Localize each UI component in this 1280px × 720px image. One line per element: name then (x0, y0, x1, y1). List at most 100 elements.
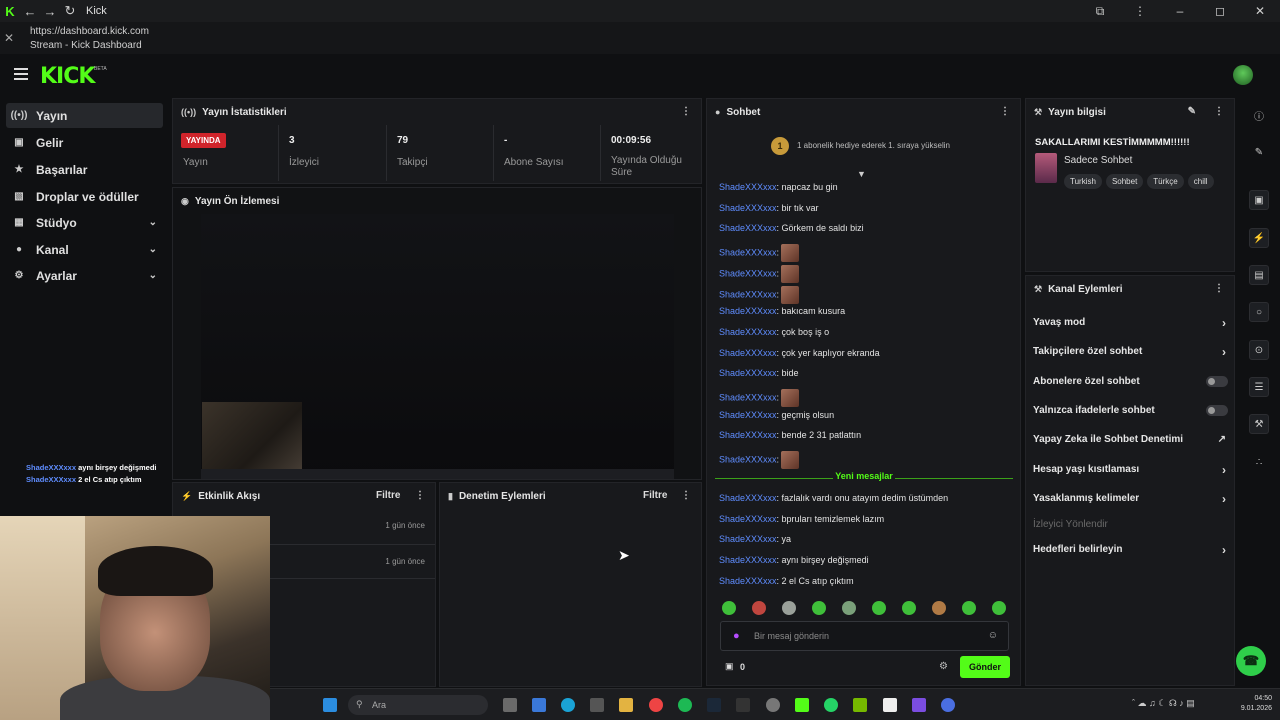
folder-icon[interactable] (619, 698, 633, 712)
info-icon[interactable]: ⓘ (1249, 105, 1269, 125)
microphone-icon[interactable]: ● (733, 630, 740, 642)
emotes-only-toggle[interactable] (1206, 405, 1228, 416)
gift-prompt-text[interactable]: 1 abonelik hediye ederek 1. sıraya yükse… (797, 141, 950, 150)
chat-message[interactable]: ShadeXXXxxx: geçmiş olsun (719, 410, 834, 420)
app-icon[interactable] (941, 698, 955, 712)
terminal-icon[interactable] (736, 698, 750, 712)
kick-logo[interactable]: KICK (40, 64, 95, 89)
more-icon[interactable]: ⋮ (681, 490, 691, 501)
list-icon[interactable]: ☰ (1249, 377, 1269, 397)
reload-icon[interactable]: ↻ (60, 0, 80, 22)
sidebar-item-droplar[interactable]: ▧ Droplar ve ödüller (6, 184, 163, 209)
emote-icon[interactable] (962, 601, 976, 615)
chat-username[interactable]: ShadeXXXxxx (719, 306, 777, 316)
chat-message[interactable]: ShadeXXXxxx: bakıcam kusura (719, 306, 845, 316)
document-icon[interactable]: ▤ (1249, 265, 1269, 285)
filter-button[interactable]: Filtre (376, 490, 400, 501)
emote-icon[interactable] (842, 601, 856, 615)
chat-message[interactable]: ShadeXXXxxx: aynı birşey değişmedi (719, 555, 869, 565)
account-age-row[interactable]: Hesap yaşı kısıtlaması › (1026, 455, 1236, 484)
chat-username[interactable]: ShadeXXXxxx (719, 576, 777, 586)
chat-username[interactable]: ShadeXXXxxx (719, 223, 777, 233)
clock[interactable]: 04:50 9.01.2026 (1241, 694, 1272, 714)
tag[interactable]: Turkish (1064, 174, 1102, 189)
close-icon[interactable]: ✕ (4, 31, 14, 45)
minimize-button[interactable]: – (1160, 0, 1200, 22)
chat-username[interactable]: ShadeXXXxxx (719, 514, 777, 524)
broadcast-icon[interactable]: ⊙ (1249, 340, 1269, 360)
close-window-button[interactable]: ✕ (1240, 0, 1280, 22)
menu-icon[interactable] (14, 68, 28, 80)
share-icon[interactable]: ⧉ (1080, 0, 1120, 22)
chat-settings-icon[interactable]: ⚙ (939, 661, 948, 672)
chat-message[interactable]: ShadeXXXxxx: bir tık var (719, 203, 819, 213)
crop-icon[interactable]: ▣ (1249, 190, 1269, 210)
emote-icon[interactable] (902, 601, 916, 615)
forward-icon[interactable]: → (40, 0, 60, 22)
chat-username[interactable]: ShadeXXXxxx (719, 289, 777, 299)
chat-message[interactable]: ShadeXXXxxx: napcaz bu gin (719, 182, 838, 192)
banned-words-row[interactable]: Yasaklanmış kelimeler › (1026, 484, 1236, 513)
chat-username[interactable]: ShadeXXXxxx (719, 368, 777, 378)
chat-username[interactable]: ShadeXXXxxx (719, 247, 777, 257)
chat-message[interactable]: ShadeXXXxxx: bende 2 31 patlattın (719, 430, 861, 440)
chat-message[interactable]: ShadeXXXxxx: fazlalık vardı onu atayım d… (719, 493, 948, 503)
maximize-button[interactable]: ◻ (1200, 0, 1240, 22)
sidebar-item-ayarlar[interactable]: ⚙ Ayarlar ⌄ (6, 263, 163, 288)
edge-icon[interactable] (561, 698, 575, 712)
emoji-icon[interactable]: ☺ (988, 630, 998, 641)
chrome-icon[interactable] (649, 698, 663, 712)
subscribers-only-toggle[interactable] (1206, 376, 1228, 387)
system-tray-icons[interactable]: ˆ ☁ ♫ ☾ ☊ ♪ ▤ (1132, 698, 1195, 709)
chat-username[interactable]: ShadeXXXxxx (719, 203, 777, 213)
chat-bubble-icon[interactable]: ○ (1249, 302, 1269, 322)
more-icon[interactable]: ⋮ (1000, 106, 1010, 117)
emote-icon[interactable] (722, 601, 736, 615)
sidebar-item-basarilar[interactable]: ★ Başarılar (6, 157, 163, 182)
sidebar-item-yayin[interactable]: ((•)) Yayın (6, 103, 163, 128)
goals-row[interactable]: Hedefleri belirleyin › (1026, 535, 1236, 564)
chat-message[interactable]: ShadeXXXxxx: (719, 389, 800, 407)
chat-input[interactable]: ● Bir mesaj gönderin ☺ (720, 621, 1009, 651)
chat-username[interactable]: ShadeXXXxxx (719, 410, 777, 420)
tag[interactable]: Sohbet (1105, 174, 1144, 189)
emote-icon[interactable] (932, 601, 946, 615)
app-icon[interactable] (766, 698, 780, 712)
lightning-icon[interactable]: ⚡ (1249, 228, 1269, 248)
chat-message[interactable]: ShadeXXXxxx: (719, 264, 800, 283)
steam-icon[interactable] (707, 698, 721, 712)
sidebar-item-gelir[interactable]: ▣ Gelir (6, 130, 163, 155)
ai-moderation-row[interactable]: Yapay Zeka ile Sohbet Denetimi ↗ (1026, 425, 1236, 454)
sidebar-item-kanal[interactable]: ● Kanal ⌄ (6, 237, 163, 262)
category-name[interactable]: Sadece Sohbet (1064, 155, 1132, 166)
chat-message[interactable]: ShadeXXXxxx: bpruları temizlemek lazım (719, 514, 884, 524)
emote-icon[interactable] (752, 601, 766, 615)
chat-username[interactable]: ShadeXXXxxx (719, 268, 777, 278)
followers-only-row[interactable]: Takipçilere özel sohbet › (1026, 337, 1236, 366)
more-icon[interactable]: ⋮ (1214, 283, 1224, 294)
chat-username[interactable]: ShadeXXXxxx (719, 348, 777, 358)
chat-message[interactable]: ShadeXXXxxx: Görkem de saldı bizi (719, 223, 864, 233)
chat-message[interactable]: ShadeXXXxxx: çok boş iş o (719, 327, 829, 337)
chat-username[interactable]: ShadeXXXxxx (719, 327, 777, 337)
more-icon[interactable]: ⋮ (415, 490, 425, 501)
tag[interactable]: chill (1187, 174, 1214, 189)
filter-button[interactable]: Filtre (643, 490, 667, 501)
user-avatar[interactable] (1233, 65, 1253, 85)
nvidia-icon[interactable] (853, 698, 867, 712)
more-icon[interactable]: ⋮ (1214, 106, 1224, 117)
chat-username[interactable]: ShadeXXXxxx (719, 392, 777, 402)
chat-username[interactable]: ShadeXXXxxx (719, 430, 777, 440)
taskview-icon[interactable] (503, 698, 517, 712)
start-icon[interactable] (323, 698, 337, 712)
pencil-icon[interactable]: ✎ (1249, 142, 1269, 162)
pin-icon[interactable]: ▼ (857, 169, 866, 179)
emote-icon[interactable] (782, 601, 796, 615)
widgets-icon[interactable] (532, 698, 546, 712)
chat-message[interactable]: ShadeXXXxxx: (719, 244, 800, 263)
edit-icon[interactable]: ✎ (1188, 106, 1196, 117)
chat-username[interactable]: ShadeXXXxxx (719, 534, 777, 544)
app-icon[interactable] (912, 698, 926, 712)
chat-username[interactable]: ShadeXXXxxx (719, 493, 777, 503)
tag[interactable]: Türkçe (1147, 174, 1184, 189)
